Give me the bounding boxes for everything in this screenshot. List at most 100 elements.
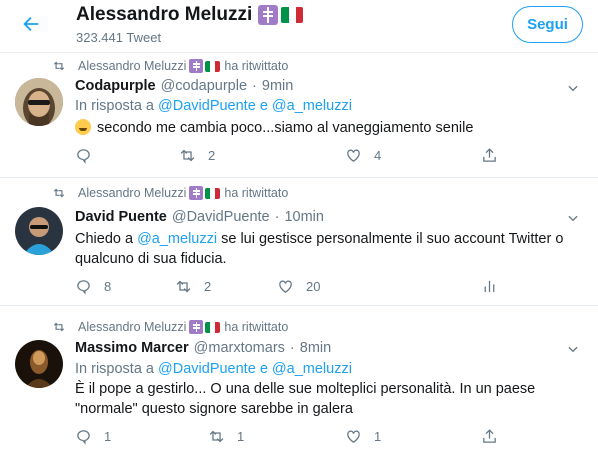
retweeter-name[interactable]: Alessandro Meluzzi: [78, 320, 186, 334]
retweet-label: ha ritwittato: [224, 186, 289, 200]
share-button[interactable]: [481, 147, 498, 164]
like-count: 20: [306, 279, 321, 294]
reply-mention[interactable]: @DavidPuente: [158, 98, 256, 114]
author-handle[interactable]: @DavidPuente: [172, 209, 270, 225]
tweet-text: È il pope a gestirlo... O una delle sue …: [75, 381, 536, 417]
tweet-header: Massimo Marcer @marxtomars · 8min: [75, 340, 331, 356]
author-name[interactable]: Codapurple: [75, 78, 156, 94]
share-icon: [483, 148, 496, 162]
retweet-count: 2: [204, 279, 212, 294]
italy-flag-emoji: [205, 187, 221, 199]
separator: ·: [274, 209, 280, 225]
retweet-label: ha ritwittato: [224, 320, 289, 334]
avatar[interactable]: [15, 207, 63, 255]
avatar[interactable]: [15, 78, 63, 126]
tweet-text: secondo me cambia poco...siamo al vanegg…: [75, 118, 580, 138]
retweet-button[interactable]: 2: [179, 147, 215, 164]
tweet-actions: 2 4: [75, 147, 498, 167]
like-count: 1: [374, 429, 382, 444]
author-name[interactable]: David Puente: [75, 209, 167, 225]
reply-icon: [77, 149, 90, 164]
separator: ·: [289, 340, 295, 356]
retweeter-name[interactable]: Alessandro Meluzzi: [78, 59, 186, 73]
analytics-icon: [484, 280, 495, 293]
tweet-item[interactable]: Alessandro Meluzzi ha ritwittato David P…: [0, 178, 598, 306]
text-mention[interactable]: @a_meluzzi: [137, 231, 217, 247]
retweet-icon: [53, 322, 65, 332]
reply-mention[interactable]: @a_meluzzi: [272, 361, 352, 377]
reply-icon: [77, 280, 90, 295]
avatar[interactable]: [15, 340, 63, 388]
timestamp[interactable]: 8min: [300, 340, 331, 356]
retweet-label: ha ritwittato: [224, 59, 289, 73]
reply-and: e: [259, 361, 268, 377]
tweet-actions: 1 1 1: [75, 428, 498, 448]
reply-and: e: [259, 98, 268, 114]
tweet-item[interactable]: Alessandro Meluzzi ha ritwittato Codapur…: [0, 53, 598, 178]
orthodox-cross-emoji: [258, 5, 279, 25]
orthodox-cross-emoji: [189, 320, 204, 334]
retweet-icon: [53, 188, 65, 198]
tweet-header: David Puente @DavidPuente · 10min: [75, 209, 324, 225]
back-arrow-icon[interactable]: [20, 13, 42, 35]
profile-header: Alessandro Meluzzi 323.441 Tweet Segui: [0, 0, 598, 53]
author-name[interactable]: Massimo Marcer: [75, 340, 189, 356]
chevron-down-icon[interactable]: [566, 342, 580, 356]
reply-mention[interactable]: @a_meluzzi: [272, 98, 352, 114]
like-count: 4: [374, 148, 382, 163]
reply-prefix: In risposta a: [75, 98, 154, 114]
reply-icon: [77, 430, 90, 445]
reply-count: 1: [104, 429, 112, 444]
retweet-context: Alessandro Meluzzi ha ritwittato: [52, 59, 288, 73]
reply-mention[interactable]: @DavidPuente: [158, 361, 256, 377]
reply-prefix: In risposta a: [75, 361, 154, 377]
retweeter-name[interactable]: Alessandro Meluzzi: [78, 186, 186, 200]
retweet-button[interactable]: 1: [208, 428, 244, 445]
reply-button[interactable]: 1: [75, 428, 111, 445]
header-title-block: Alessandro Meluzzi 323.441 Tweet: [76, 4, 304, 45]
chevron-down-icon[interactable]: [566, 81, 580, 95]
reply-button[interactable]: [75, 147, 104, 164]
like-icon: [347, 149, 360, 162]
analytics-button[interactable]: [481, 278, 498, 295]
tweet-text: Chiedo a @a_meluzzi se lui gestisce pers…: [75, 229, 580, 269]
reply-context: In risposta a @DavidPuente e @a_meluzzi: [75, 361, 352, 377]
reply-count: 8: [104, 279, 112, 294]
timestamp[interactable]: 9min: [262, 78, 293, 94]
retweet-icon: [180, 149, 195, 162]
like-button[interactable]: 1: [345, 428, 381, 445]
retweet-button[interactable]: 2: [175, 278, 211, 295]
chevron-down-icon[interactable]: [566, 211, 580, 225]
retweet-count: 1: [237, 429, 245, 444]
author-handle[interactable]: @codapurple: [161, 78, 247, 94]
tweet-text-content: secondo me cambia poco...siamo al vanegg…: [97, 120, 474, 136]
reply-button[interactable]: 8: [75, 278, 111, 295]
retweet-count: 2: [208, 148, 216, 163]
retweet-icon: [176, 280, 191, 293]
separator: ·: [252, 78, 257, 94]
page-title: Alessandro Meluzzi: [76, 4, 304, 26]
retweet-context: Alessandro Meluzzi ha ritwittato: [52, 320, 288, 334]
like-icon: [279, 280, 292, 293]
like-icon: [347, 430, 360, 443]
italy-flag-emoji: [205, 60, 221, 72]
author-handle[interactable]: @marxtomars: [194, 340, 285, 356]
tweet-header: Codapurple @codapurple · 9min: [75, 78, 293, 94]
italy-flag-emoji: [281, 7, 304, 23]
tweet-count: 323.441 Tweet: [76, 30, 162, 45]
profile-name: Alessandro Meluzzi: [76, 4, 253, 25]
retweet-icon: [53, 61, 65, 71]
timestamp[interactable]: 10min: [284, 209, 324, 225]
orthodox-cross-emoji: [189, 59, 204, 73]
share-button[interactable]: [481, 428, 498, 445]
follow-button[interactable]: Segui: [512, 6, 583, 43]
reply-context: In risposta a @DavidPuente e @a_meluzzi: [75, 98, 352, 114]
like-button[interactable]: 20: [277, 278, 320, 295]
retweet-icon: [209, 430, 224, 443]
like-button[interactable]: 4: [345, 147, 381, 164]
share-icon: [483, 429, 496, 443]
laughing-emoji: [75, 119, 91, 135]
retweet-context: Alessandro Meluzzi ha ritwittato: [52, 186, 288, 200]
orthodox-cross-emoji: [189, 186, 204, 200]
tweet-item[interactable]: Alessandro Meluzzi ha ritwittato Massimo…: [0, 306, 598, 460]
